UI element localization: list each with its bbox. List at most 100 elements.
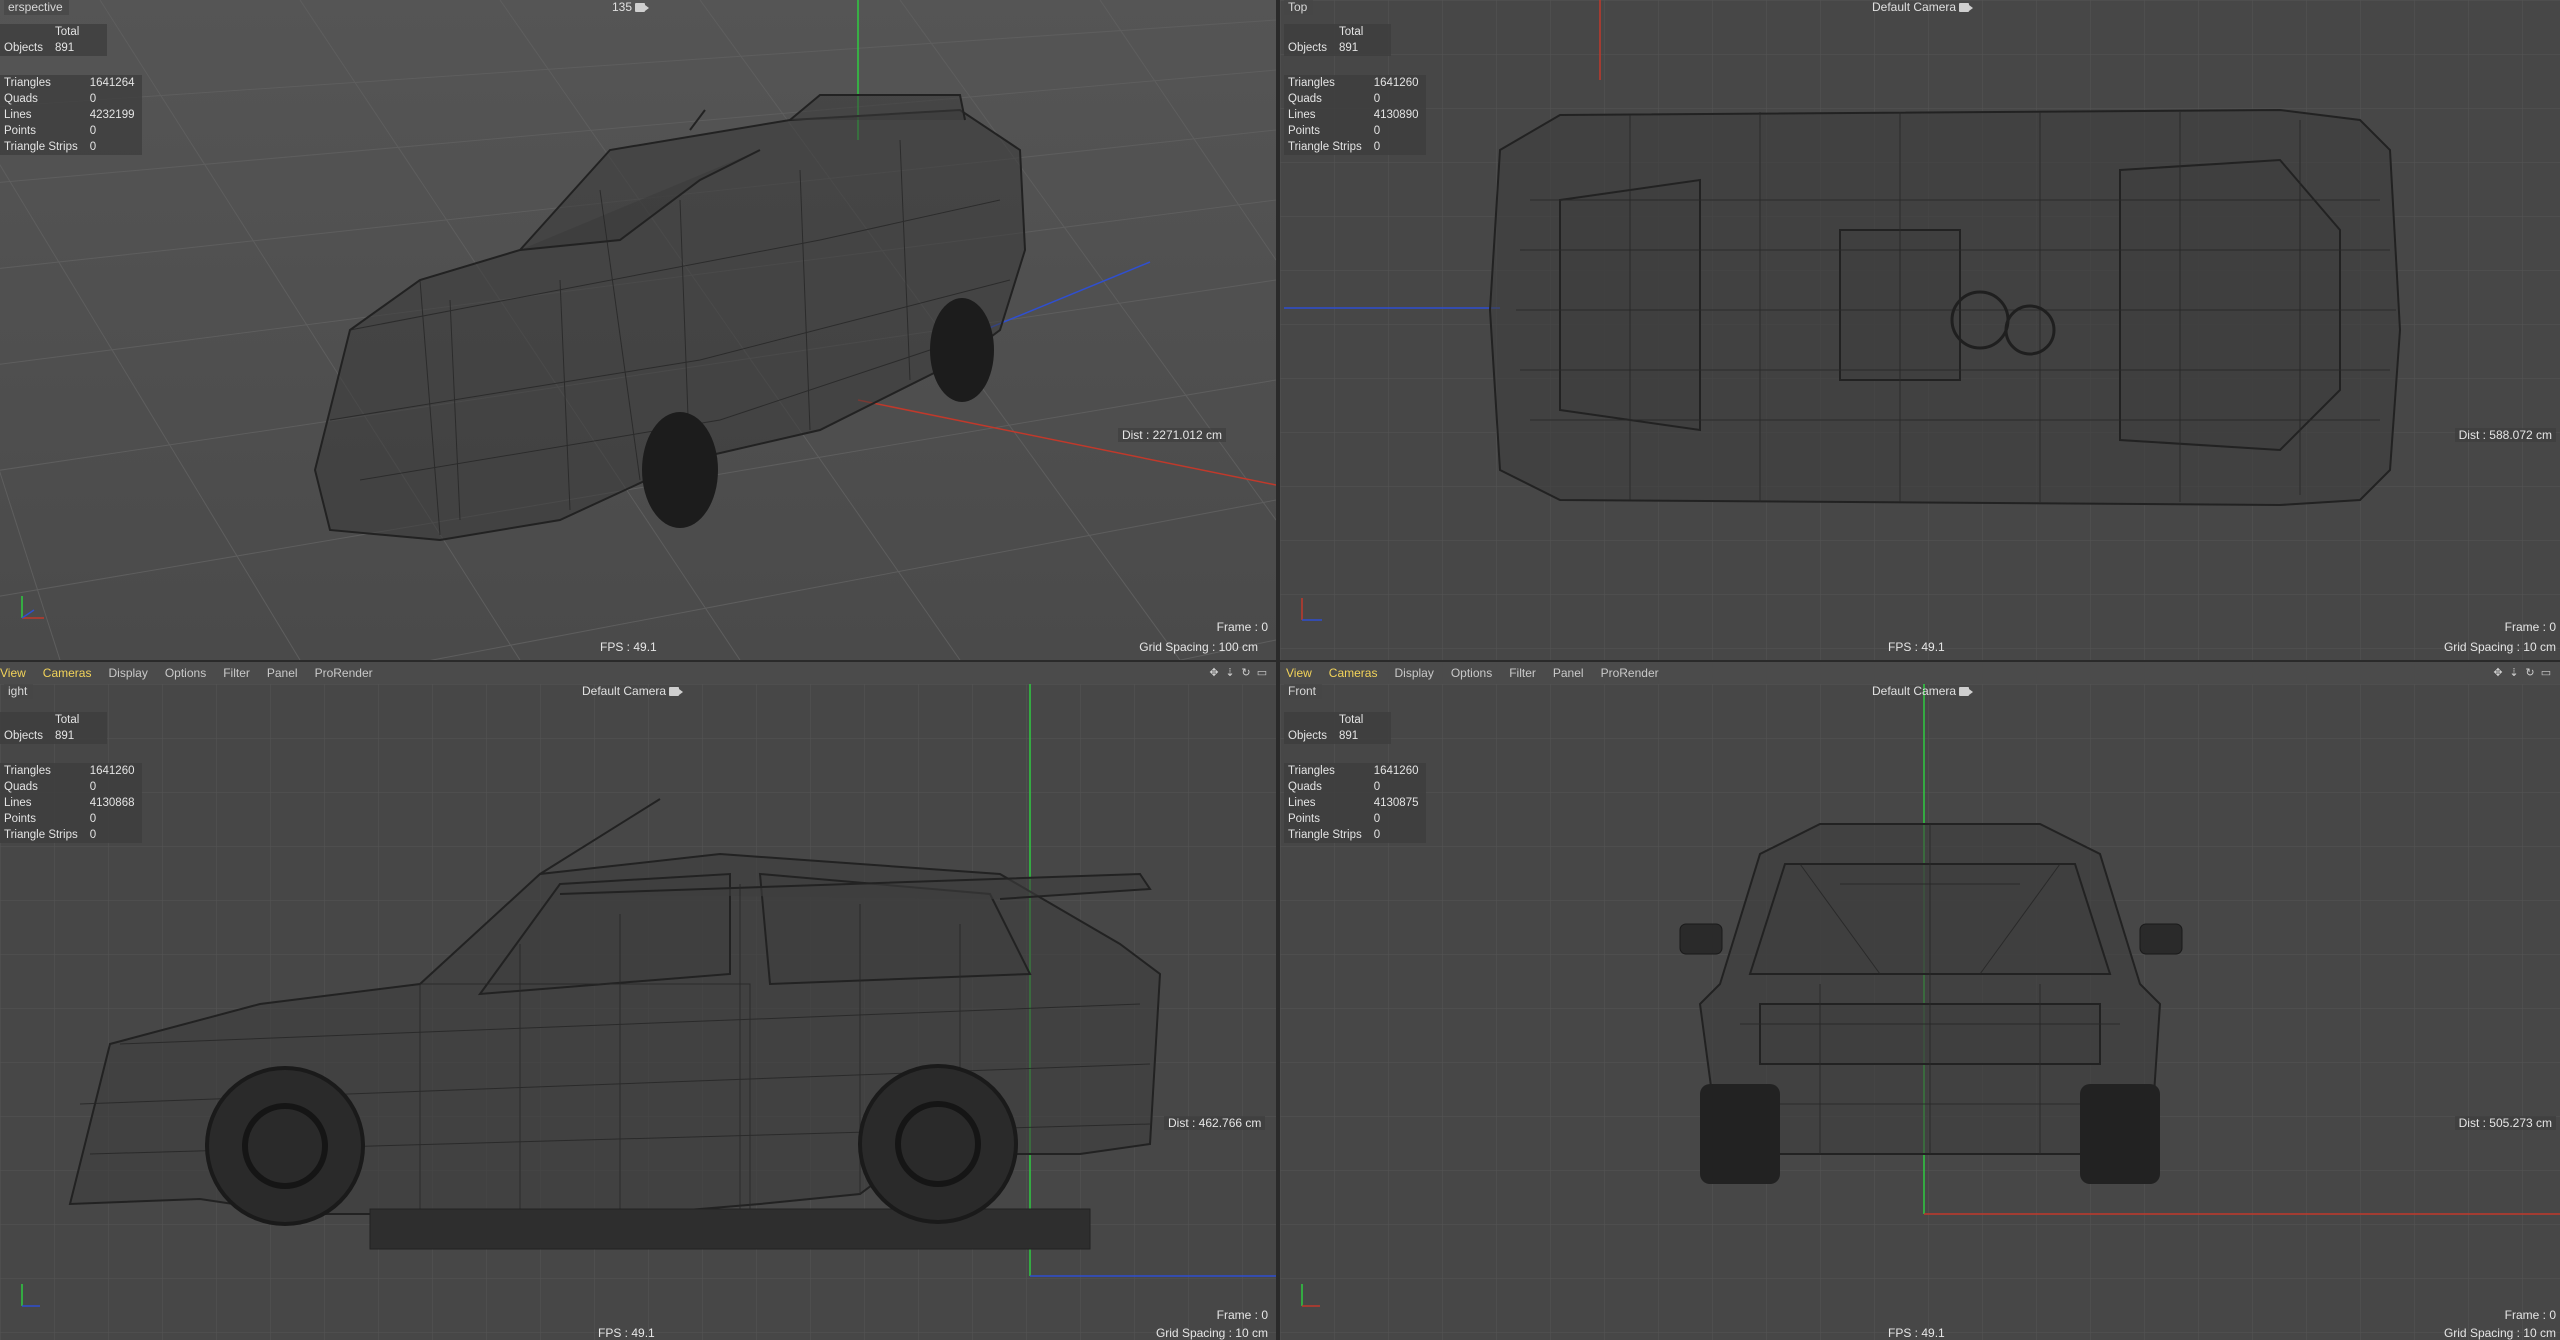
fps-readout: FPS : 49.1: [600, 640, 657, 654]
stats-value: 0: [1373, 813, 1381, 825]
distance-readout: Dist : 462.766 cm: [1164, 1116, 1266, 1130]
stats-value: 1641260: [1373, 77, 1419, 89]
stats-value: 0: [1373, 93, 1381, 105]
menu-prorender[interactable]: ProRender: [315, 666, 373, 680]
stats-label: Objects: [1288, 42, 1327, 54]
menu-panel[interactable]: Panel: [267, 666, 298, 680]
zoom-view-icon[interactable]: ⇣: [2508, 666, 2520, 679]
stats-panel: Total Objects 891 Triangles 1641260 Quads 0…: [1284, 24, 1426, 158]
menu-options[interactable]: Options: [1451, 666, 1492, 680]
stats-value: 891: [55, 730, 75, 742]
zoom-view-icon[interactable]: ⇣: [1224, 666, 1236, 679]
stats-value: 891: [55, 42, 75, 54]
move-view-icon[interactable]: ✥: [2492, 666, 2504, 679]
move-view-icon[interactable]: ✥: [1208, 666, 1220, 679]
toggle-view-icon[interactable]: ▭: [2540, 666, 2552, 679]
stats-value: 4130875: [1373, 797, 1419, 809]
menu-prorender[interactable]: ProRender: [1601, 666, 1659, 680]
viewport-name[interactable]: ight: [4, 684, 34, 699]
viewport-name[interactable]: erspective: [4, 0, 69, 15]
menu-filter[interactable]: Filter: [223, 666, 250, 680]
distance-readout: Dist : 588.072 cm: [2454, 428, 2556, 442]
camera-label[interactable]: 135: [612, 0, 650, 14]
rotate-view-icon[interactable]: ↻: [1240, 666, 1252, 679]
grid-spacing-readout: Grid Spacing : 10 cm: [1155, 1326, 1268, 1340]
axis-gizmo-icon: [1301, 598, 1322, 621]
viewport-name[interactable]: Top: [1284, 0, 1314, 15]
axis-gizmo-icon: [1301, 1284, 1320, 1307]
camera-name: Default Camera: [582, 684, 667, 698]
stats-label: Triangle Strips: [4, 141, 78, 153]
stats-label: Points: [4, 125, 36, 137]
stats-header: Total: [1339, 714, 1364, 726]
stats-value: 0: [1373, 781, 1381, 793]
rotate-view-icon[interactable]: ↻: [2524, 666, 2536, 679]
stats-value: 1641260: [89, 765, 135, 777]
stats-label: Objects: [4, 42, 43, 54]
stats-panel: Total Objects 891 Triangles 1641264 Quads 0…: [0, 24, 142, 158]
stats-label: Objects: [1288, 730, 1327, 742]
camera-name: 135: [612, 0, 633, 14]
camera-icon: [669, 687, 684, 697]
menu-panel[interactable]: Panel: [1553, 666, 1584, 680]
distance-readout: Dist : 2271.012 cm: [1117, 428, 1226, 442]
fps-readout: FPS : 49.1: [1888, 1326, 1945, 1340]
camera-icon: [1959, 3, 1974, 13]
camera-label[interactable]: Default Camera: [1872, 684, 1974, 698]
stats-panel: Total Objects 891 Triangles 1641260 Quads 0…: [0, 712, 142, 846]
stats-label: Quads: [1288, 93, 1322, 105]
camera-icon: [635, 3, 650, 13]
stats-label: Triangles: [1288, 77, 1335, 89]
camera-label[interactable]: Default Camera: [582, 684, 684, 698]
axis-gizmo-icon: [21, 1284, 40, 1307]
viewport-name[interactable]: Front: [1284, 684, 1323, 699]
stats-value: 1641264: [89, 77, 135, 89]
frame-readout: Frame : 0: [2504, 620, 2556, 634]
stats-value: 4130890: [1373, 109, 1419, 121]
stats-value: 4130868: [89, 797, 135, 809]
stats-value: 4232199: [89, 109, 135, 121]
top-scene: [1280, 0, 2560, 660]
perspective-scene: [0, 0, 1276, 660]
stats-value: 891: [1339, 42, 1359, 54]
menu-cameras[interactable]: Cameras: [43, 666, 92, 680]
stats-label: Triangles: [1288, 765, 1335, 777]
stats-label: Lines: [1288, 797, 1316, 809]
camera-name: Default Camera: [1872, 0, 1957, 14]
front-scene: [1280, 684, 2560, 1340]
stats-label: Quads: [1288, 781, 1322, 793]
stats-label: Points: [1288, 125, 1320, 137]
menu-filter[interactable]: Filter: [1509, 666, 1536, 680]
viewport-perspective[interactable]: erspective 135 Total Objects 891 Triangle…: [0, 0, 1276, 660]
viewport-top[interactable]: Top Default Camera Total Objects 891 Tria…: [1280, 0, 2560, 660]
menu-view[interactable]: View: [1286, 666, 1312, 680]
menu-display[interactable]: Display: [1394, 666, 1433, 680]
stats-header: Total: [55, 26, 80, 38]
grid-spacing-readout: Grid Spacing : 10 cm: [2443, 1326, 2556, 1340]
menu-options[interactable]: Options: [165, 666, 206, 680]
viewport-front[interactable]: Front Default Camera Total Objects 891 Tr…: [1280, 684, 2560, 1340]
stats-value: 0: [89, 781, 97, 793]
stats-value: 0: [89, 141, 97, 153]
viewport-right[interactable]: ight Default Camera Total Objects 891 Tri…: [0, 684, 1276, 1340]
right-scene: [0, 684, 1276, 1340]
frame-readout: Frame : 0: [1216, 1308, 1268, 1322]
viewport-menubar-front: View Cameras Display Options Filter Pane…: [1280, 662, 2560, 685]
toggle-view-icon[interactable]: ▭: [1256, 666, 1268, 679]
menu-display[interactable]: Display: [108, 666, 147, 680]
camera-label[interactable]: Default Camera: [1872, 0, 1974, 14]
stats-value: 891: [1339, 730, 1359, 742]
stats-label: Triangle Strips: [1288, 141, 1362, 153]
stats-label: Quads: [4, 781, 38, 793]
axis-gizmo-icon: [21, 596, 44, 619]
stats-value: 0: [1373, 125, 1381, 137]
fps-readout: FPS : 49.1: [1888, 640, 1945, 654]
menu-view[interactable]: View: [0, 666, 26, 680]
stats-panel: Total Objects 891 Triangles 1641260 Quads 0…: [1284, 712, 1426, 846]
stats-header: Total: [1339, 26, 1364, 38]
stats-label: Quads: [4, 93, 38, 105]
menu-cameras[interactable]: Cameras: [1329, 666, 1378, 680]
stats-label: Triangles: [4, 765, 51, 777]
fps-readout: FPS : 49.1: [598, 1326, 655, 1340]
frame-readout: Frame : 0: [2504, 1308, 2556, 1322]
